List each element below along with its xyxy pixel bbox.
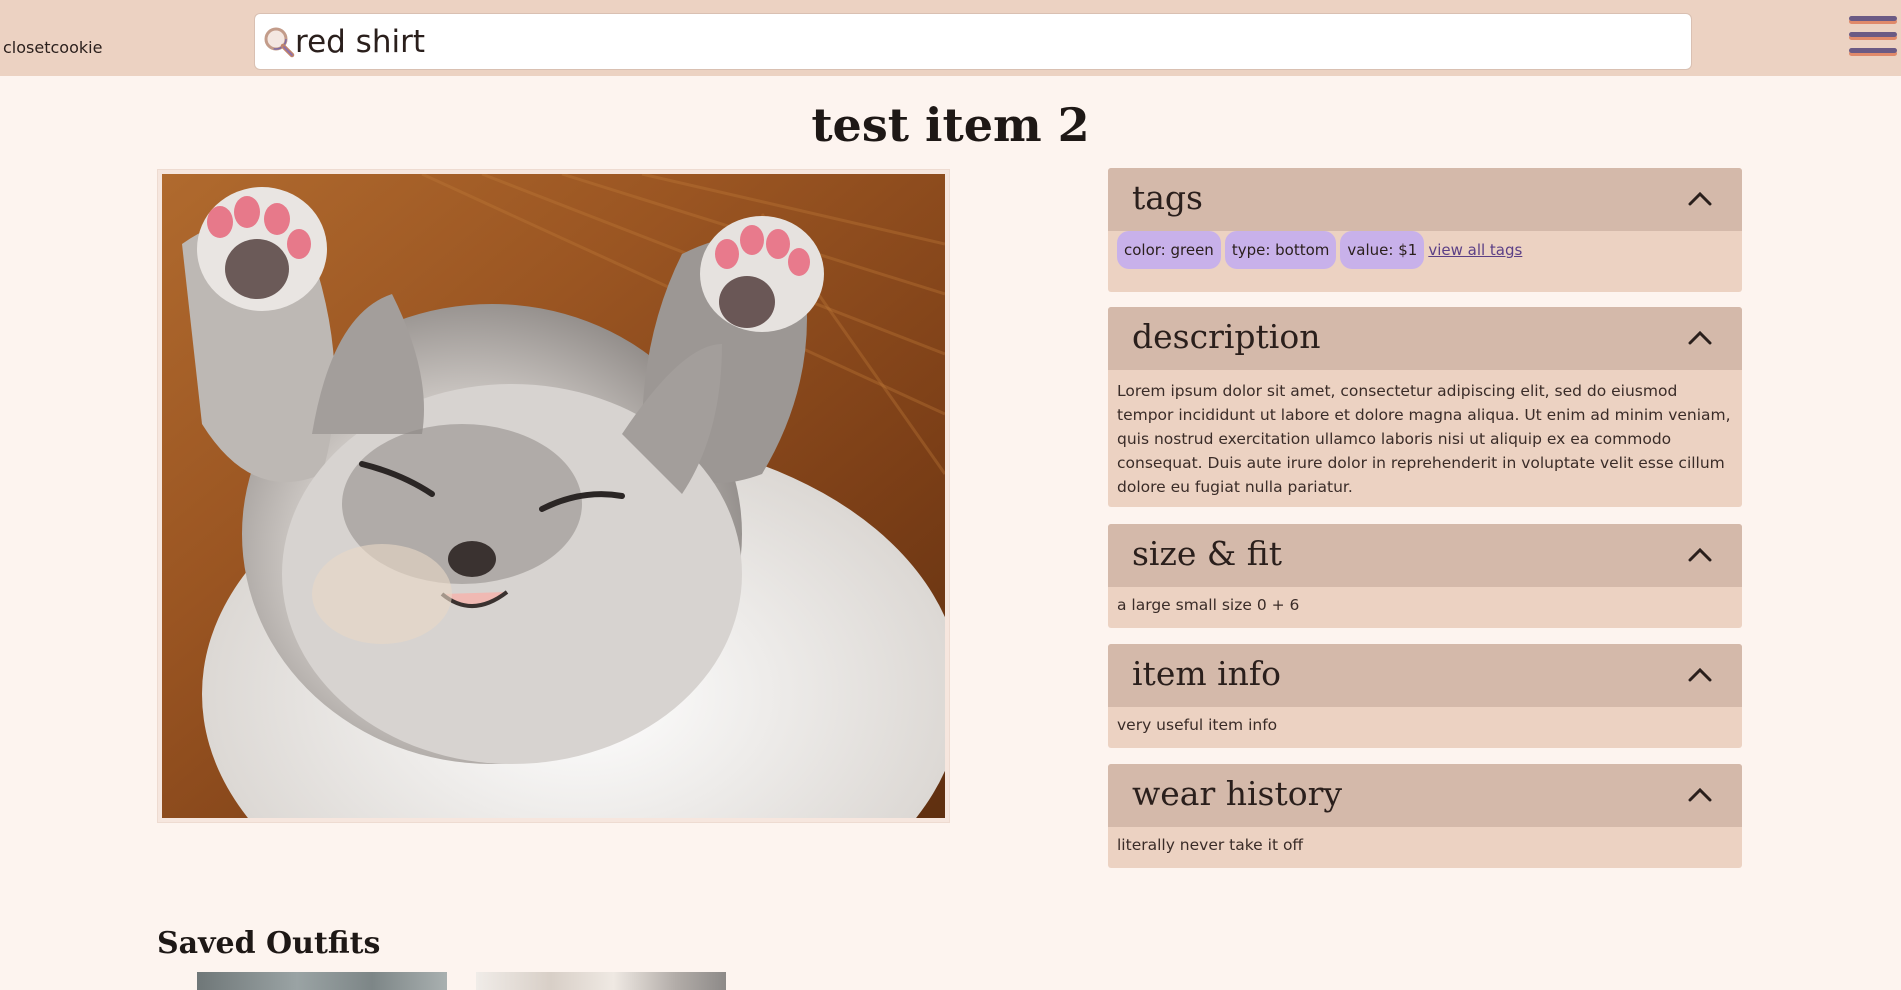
menu-line: [1849, 32, 1897, 37]
tags-panel-title: tags: [1132, 178, 1203, 217]
wear-history-text: literally never take it off: [1117, 836, 1304, 854]
view-all-tags-link[interactable]: view all tags: [1428, 238, 1522, 262]
outfit-thumbnail[interactable]: [197, 972, 447, 990]
hamburger-menu-icon[interactable]: [1849, 16, 1897, 58]
wear-history-panel: wear history literally never take it off: [1108, 764, 1742, 868]
tag-chip[interactable]: value: $1: [1340, 231, 1425, 269]
item-info-panel-title: item info: [1132, 654, 1282, 693]
description-panel: description Lorem ipsum dolor sit amet, …: [1108, 307, 1742, 507]
page-title: test item 2: [811, 98, 1090, 152]
search-bar[interactable]: [254, 13, 1692, 70]
size-fit-panel-title: size & fit: [1132, 534, 1283, 573]
chevron-up-icon[interactable]: [1688, 329, 1712, 345]
size-fit-panel: size & fit a large small size 0 + 6: [1108, 524, 1742, 628]
tags-panel-header[interactable]: tags: [1108, 168, 1742, 231]
outfit-thumbnail[interactable]: [476, 972, 726, 990]
item-info-panel: item info very useful item info: [1108, 644, 1742, 748]
chevron-up-icon[interactable]: [1688, 190, 1712, 206]
chevron-up-icon[interactable]: [1688, 786, 1712, 802]
chevron-up-icon[interactable]: [1688, 546, 1712, 562]
description-panel-header[interactable]: description: [1108, 307, 1742, 370]
item-image-frame: [157, 169, 950, 823]
size-fit-panel-header[interactable]: size & fit: [1108, 524, 1742, 587]
tag-chip[interactable]: type: bottom: [1224, 231, 1337, 269]
menu-line: [1849, 48, 1897, 53]
wear-history-panel-title: wear history: [1132, 774, 1343, 813]
saved-outfits-heading: Saved Outfits: [157, 926, 381, 961]
tags-panel: tags color: green type: bottom value: $1…: [1108, 168, 1742, 292]
menu-line: [1849, 16, 1897, 21]
description-text: Lorem ipsum dolor sit amet, consectetur …: [1117, 382, 1731, 496]
tags-list: color: green type: bottom value: $1 view…: [1108, 231, 1742, 278]
size-fit-text: a large small size 0 + 6: [1117, 596, 1300, 614]
top-bar: closetcookie: [0, 0, 1901, 76]
item-info-text: very useful item info: [1117, 716, 1278, 734]
item-info-panel-header[interactable]: item info: [1108, 644, 1742, 707]
search-input[interactable]: [295, 20, 1675, 64]
wear-history-panel-header[interactable]: wear history: [1108, 764, 1742, 827]
chevron-up-icon[interactable]: [1688, 666, 1712, 682]
tag-chip[interactable]: color: green: [1117, 231, 1221, 269]
brand-logo[interactable]: closetcookie: [3, 38, 102, 57]
item-photo[interactable]: [162, 174, 945, 818]
search-icon[interactable]: [261, 24, 297, 60]
description-panel-title: description: [1132, 317, 1321, 356]
